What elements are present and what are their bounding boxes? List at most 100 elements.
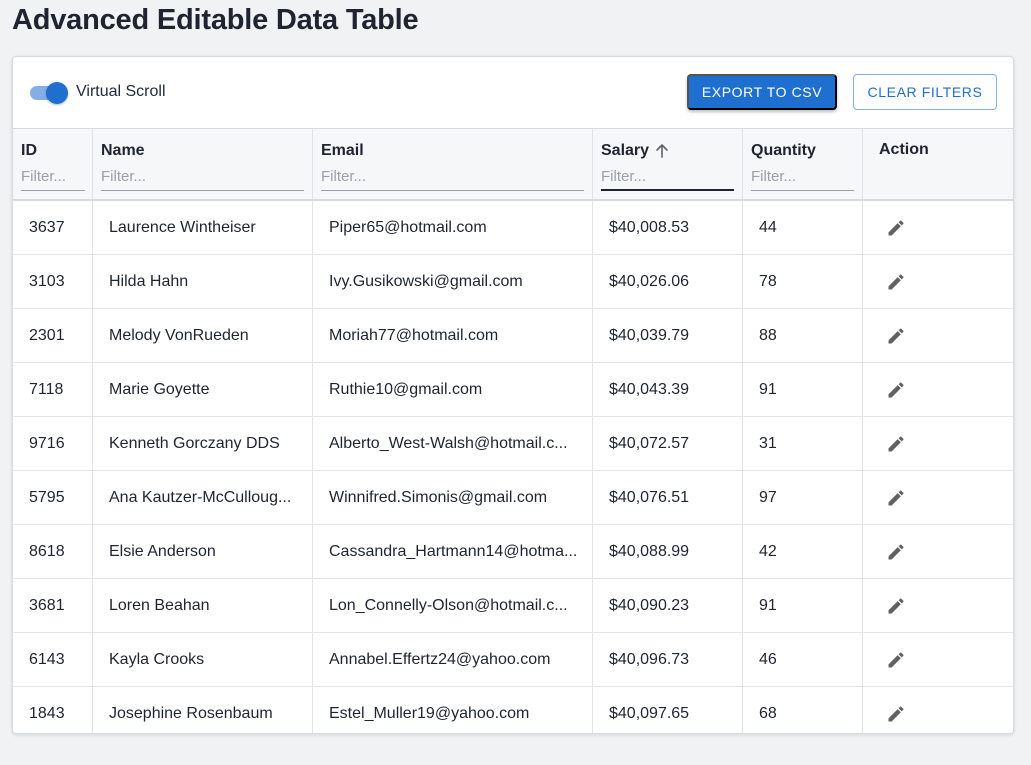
arrow-up-icon[interactable] [655, 143, 669, 159]
edit-pencil-icon[interactable] [884, 378, 908, 402]
cell-id-text: 3637 [29, 218, 65, 236]
column-header-label: ID [21, 142, 37, 160]
table-row: 3681 Loren Beahan Lon_Connelly-Olson@hotma… [13, 579, 1013, 633]
column-header-name[interactable]: Name [93, 129, 313, 199]
cell-quantity[interactable]: 44 [743, 201, 863, 254]
filter-input-email[interactable] [321, 163, 584, 191]
cell-email[interactable]: Cassandra_Hartmann14@hotma... [313, 525, 593, 578]
cell-salary[interactable]: $40,072.57 [593, 417, 743, 470]
cell-name-text: Marie Goyette [109, 380, 210, 398]
filter-input-name[interactable] [101, 163, 304, 191]
cell-id[interactable]: 5795 [13, 471, 93, 524]
grid-body: 3637 Laurence Wintheiser Piper65@hotmail.c… [13, 201, 1013, 733]
edit-pencil-icon[interactable] [884, 432, 908, 456]
edit-pencil-icon[interactable] [884, 270, 908, 294]
cell-quantity[interactable]: 88 [743, 309, 863, 362]
cell-salary[interactable]: $40,096.73 [593, 633, 743, 686]
table-row: 2301 Melody VonRueden Moriah77@hotmail.com… [13, 309, 1013, 363]
cell-name[interactable]: Melody VonRueden [93, 309, 313, 362]
cell-quantity[interactable]: 31 [743, 417, 863, 470]
cell-salary[interactable]: $40,076.51 [593, 471, 743, 524]
cell-email-text: Alberto_West-Walsh@hotmail.c... [329, 434, 568, 452]
cell-quantity[interactable]: 97 [743, 471, 863, 524]
cell-email[interactable]: Estel_Muller19@yahoo.com [313, 687, 593, 733]
cell-salary[interactable]: $40,088.99 [593, 525, 743, 578]
cell-email[interactable]: Moriah77@hotmail.com [313, 309, 593, 362]
table-row: 3637 Laurence Wintheiser Piper65@hotmail.c… [13, 201, 1013, 255]
table-row: 3103 Hilda Hahn Ivy.Gusikowski@gmail.com $4… [13, 255, 1013, 309]
cell-name[interactable]: Loren Beahan [93, 579, 313, 632]
toggle-thumb [46, 82, 68, 104]
cell-salary[interactable]: $40,043.39 [593, 363, 743, 416]
filter-input-quantity[interactable] [751, 163, 854, 191]
cell-email[interactable]: Lon_Connelly-Olson@hotmail.c... [313, 579, 593, 632]
cell-action [863, 417, 1013, 470]
cell-id[interactable]: 3637 [13, 201, 93, 254]
cell-quantity[interactable]: 42 [743, 525, 863, 578]
cell-salary[interactable]: $40,090.23 [593, 579, 743, 632]
cell-salary[interactable]: $40,097.65 [593, 687, 743, 733]
edit-pencil-icon[interactable] [884, 540, 908, 564]
column-header-label: Salary [601, 142, 669, 160]
cell-id[interactable]: 1843 [13, 687, 93, 733]
cell-name[interactable]: Hilda Hahn [93, 255, 313, 308]
filter-input-salary[interactable] [601, 163, 734, 191]
cell-id[interactable]: 6143 [13, 633, 93, 686]
cell-email[interactable]: Ivy.Gusikowski@gmail.com [313, 255, 593, 308]
cell-id[interactable]: 9716 [13, 417, 93, 470]
column-header-email[interactable]: Email [313, 129, 593, 199]
edit-pencil-icon[interactable] [884, 648, 908, 672]
cell-quantity[interactable]: 91 [743, 363, 863, 416]
edit-pencil-icon[interactable] [884, 486, 908, 510]
column-header-salary[interactable]: Salary [593, 129, 743, 199]
cell-salary[interactable]: $40,039.79 [593, 309, 743, 362]
cell-name[interactable]: Josephine Rosenbaum [93, 687, 313, 733]
clear-filters-button[interactable]: CLEAR FILTERS [853, 74, 997, 110]
edit-pencil-icon[interactable] [884, 216, 908, 240]
column-header-id[interactable]: ID [13, 129, 93, 199]
cell-action [863, 633, 1013, 686]
data-table-card: Virtual Scroll EXPORT TO CSV CLEAR FILTE… [12, 56, 1014, 734]
cell-quantity[interactable]: 78 [743, 255, 863, 308]
cell-quantity[interactable]: 91 [743, 579, 863, 632]
cell-id[interactable]: 3103 [13, 255, 93, 308]
cell-id[interactable]: 2301 [13, 309, 93, 362]
column-header-action[interactable]: Action [863, 129, 1013, 199]
cell-salary[interactable]: $40,008.53 [593, 201, 743, 254]
cell-quantity[interactable]: 46 [743, 633, 863, 686]
cell-name[interactable]: Marie Goyette [93, 363, 313, 416]
cell-id[interactable]: 8618 [13, 525, 93, 578]
edit-pencil-icon[interactable] [884, 594, 908, 618]
column-header-text: ID [21, 142, 37, 159]
header-row: ID Name Email Salary Quantity Action [13, 128, 1013, 201]
virtual-scroll-toggle[interactable] [30, 82, 68, 104]
export-csv-button[interactable]: EXPORT TO CSV [687, 74, 837, 110]
cell-name[interactable]: Laurence Wintheiser [93, 201, 313, 254]
edit-pencil-icon[interactable] [884, 702, 908, 726]
cell-action [863, 363, 1013, 416]
cell-salary[interactable]: $40,026.06 [593, 255, 743, 308]
cell-email[interactable]: Alberto_West-Walsh@hotmail.c... [313, 417, 593, 470]
cell-email[interactable]: Annabel.Effertz24@yahoo.com [313, 633, 593, 686]
cell-name[interactable]: Elsie Anderson [93, 525, 313, 578]
cell-email[interactable]: Ruthie10@gmail.com [313, 363, 593, 416]
cell-email-text: Annabel.Effertz24@yahoo.com [329, 650, 551, 668]
cell-email[interactable]: Piper65@hotmail.com [313, 201, 593, 254]
filter-input-id[interactable] [21, 163, 85, 191]
cell-name-text: Elsie Anderson [109, 542, 216, 560]
cell-id-text: 3103 [29, 272, 65, 290]
cell-name-text: Josephine Rosenbaum [109, 704, 273, 722]
cell-id[interactable]: 3681 [13, 579, 93, 632]
cell-id[interactable]: 7118 [13, 363, 93, 416]
cell-id-text: 7118 [29, 380, 64, 398]
column-header-quantity[interactable]: Quantity [743, 129, 863, 199]
cell-email[interactable]: Winnifred.Simonis@gmail.com [313, 471, 593, 524]
edit-pencil-icon[interactable] [884, 324, 908, 348]
cell-quantity-text: 91 [759, 596, 777, 614]
cell-name[interactable]: Kayla Crooks [93, 633, 313, 686]
cell-name-text: Loren Beahan [109, 596, 210, 614]
cell-name[interactable]: Kenneth Gorczany DDS [93, 417, 313, 470]
cell-name[interactable]: Ana Kautzer-McCulloug... [93, 471, 313, 524]
cell-name-text: Kenneth Gorczany DDS [109, 434, 280, 452]
cell-quantity[interactable]: 68 [743, 687, 863, 733]
